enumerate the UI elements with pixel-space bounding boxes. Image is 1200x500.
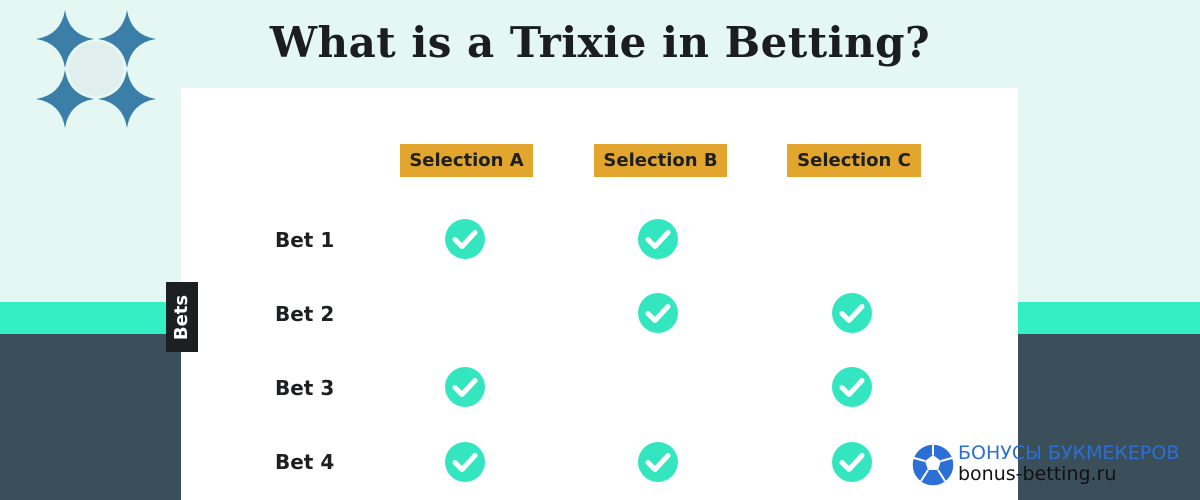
watermark-domain: bonus-betting.ru [958,463,1117,485]
check-circle-icon [638,219,678,259]
watermark-brand: БОНУСЫ БУКМЕКЕРОВ [958,442,1180,464]
selection-b-header: Selection B [594,144,727,177]
selection-c-header: Selection C [787,144,921,177]
watermark: БОНУСЫ БУКМЕКЕРОВ bonus-betting.ru [910,440,1200,496]
check-circle-icon [832,293,872,333]
bet-3-label: Bet 3 [275,376,335,400]
bet-4-label: Bet 4 [275,450,335,474]
check-circle-icon [445,367,485,407]
check-circle-icon [832,442,872,482]
check-circle-icon [832,367,872,407]
check-circle-icon [638,293,678,333]
selection-a-header: Selection A [400,144,533,177]
check-circle-icon [445,442,485,482]
bets-axis-label: Bets [171,294,193,340]
check-circle-icon [445,219,485,259]
bet-1-label: Bet 1 [275,228,335,252]
soccer-ball-icon [911,443,955,487]
check-circle-icon [638,442,678,482]
bets-axis-tag: Bets [166,282,198,352]
page-title: What is a Trixie in Betting? [269,18,931,67]
bet-2-label: Bet 2 [275,302,335,326]
